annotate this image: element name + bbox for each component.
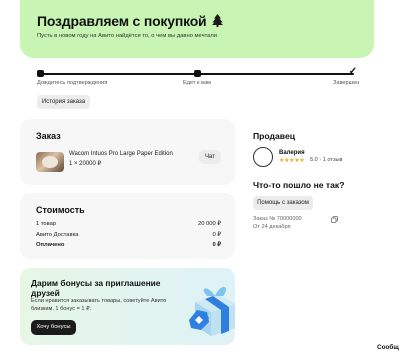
cost-label: 1 товар [36,221,57,227]
christmas-tree-icon [212,14,224,27]
order-history-button[interactable]: История заказа [37,95,90,109]
referral-promo-card: Дарим бонусы за приглашение друзей Если … [20,268,235,345]
want-bonuses-button[interactable]: Хочу бонусы [31,320,76,335]
messages-tab[interactable]: Сообщ [377,344,399,351]
product-image[interactable] [36,152,64,172]
promo-title: Дарим бонусы за приглашение друзей [31,278,161,298]
order-date: От 24 декабря [253,224,291,230]
seller-rating[interactable]: 5.0 · 1 отзыв [310,157,343,163]
cost-value: 0 ₽ [212,242,221,248]
problem-heading: Что-то пошло не так? [253,180,345,190]
avatar[interactable] [253,147,273,167]
step-label-shipping: Едет к вам [183,80,211,86]
step-marker-confirm [37,70,44,77]
promo-text: Если нравится заказывать товары, советуй… [31,298,167,312]
copy-icon[interactable] [331,216,338,223]
cost-row-items: 1 товар 20 000 ₽ [36,221,221,230]
checkmark-icon: ✓ [348,66,358,77]
step-label-confirm: Дождитесь подтверждения [37,80,108,86]
congrats-banner: Поздравляем с покупкой Пусть в новом год… [20,0,374,58]
step-marker-shipping [194,70,201,77]
cost-heading: Стоимость [36,205,85,215]
order-heading: Заказ [36,131,61,141]
banner-title: Поздравляем с покупкой [37,13,224,29]
seller-heading: Продавец [253,131,296,141]
order-number: Заказ № 70000000 [253,216,302,222]
product-name[interactable]: Wacom Intuos Pro Large Paper Edition [69,151,173,157]
cost-row-paid: Оплачено 0 ₽ [36,242,221,251]
cost-value: 20 000 ₽ [197,221,221,227]
order-help-button[interactable]: Помощь с заказом [253,196,313,210]
banner-title-text: Поздравляем с покупкой [37,13,207,29]
rating-stars: ★★★★★ [279,158,305,164]
seller-name[interactable]: Валерия [279,150,305,156]
cost-label: Оплачено [36,242,65,248]
gift-box-icon [189,286,235,336]
banner-subtitle: Пусть в новом году на Авито найдётся то,… [37,33,218,39]
cost-value: 0 ₽ [212,232,221,238]
cost-row-delivery: Авито Доставка 0 ₽ [36,232,221,241]
cost-label: Авито Доставка [36,232,79,238]
cost-card: Стоимость 1 товар 20 000 ₽ Авито Доставк… [20,193,235,259]
step-label-complete: Завершен [333,80,360,86]
chat-button[interactable]: Чат [199,150,221,164]
order-progress: ✓ Дождитесь подтверждения Едет к вам Зав… [37,66,360,90]
product-price: 1 × 20000 ₽ [69,161,102,167]
